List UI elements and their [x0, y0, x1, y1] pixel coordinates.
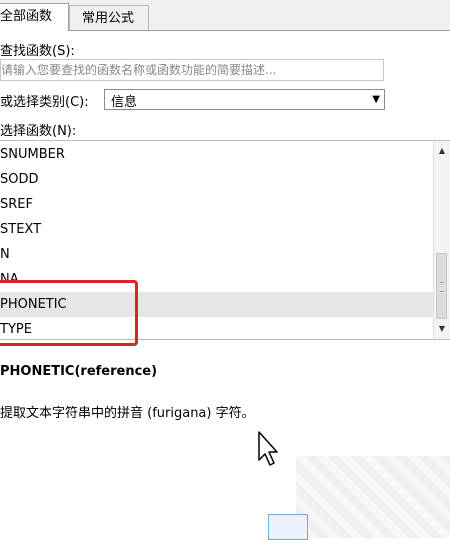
tab-strip: 全部函数 常用公式: [0, 0, 450, 31]
ok-button[interactable]: [268, 514, 308, 540]
list-item[interactable]: STEXT: [0, 217, 433, 242]
scroll-up-icon[interactable]: ▲: [434, 143, 450, 159]
grip-icon: [440, 282, 444, 292]
list-item[interactable]: SREF: [0, 192, 433, 217]
watermark-blur: [296, 456, 450, 538]
function-syntax: PHONETIC(reference): [0, 364, 158, 379]
scroll-down-icon[interactable]: ▼: [434, 321, 450, 337]
category-select[interactable]: 信息 ▼: [104, 89, 385, 110]
category-label: 或选择类别(C):: [0, 95, 89, 110]
list-item[interactable]: SODD: [0, 167, 433, 192]
search-input[interactable]: 请输入您要查找的函数名称或函数功能的简要描述...: [0, 59, 384, 81]
tab-all-functions[interactable]: 全部函数: [0, 3, 69, 31]
function-description: 提取文本字符串中的拼音 (furigana) 字符。: [0, 406, 255, 421]
search-label: 查找函数(S):: [0, 44, 75, 59]
function-list-label: 选择函数(N):: [0, 124, 77, 139]
mouse-cursor-icon: [258, 431, 278, 466]
chevron-down-icon: ▼: [372, 94, 380, 105]
scroll-thumb[interactable]: [436, 253, 447, 319]
highlight-box: [0, 280, 138, 346]
tab-common-formulas[interactable]: 常用公式: [69, 5, 149, 30]
category-value: 信息: [111, 95, 138, 110]
list-item[interactable]: SNUMBER: [0, 142, 433, 167]
list-scrollbar[interactable]: ▲ ▼: [433, 141, 450, 339]
list-item[interactable]: N: [0, 242, 433, 267]
